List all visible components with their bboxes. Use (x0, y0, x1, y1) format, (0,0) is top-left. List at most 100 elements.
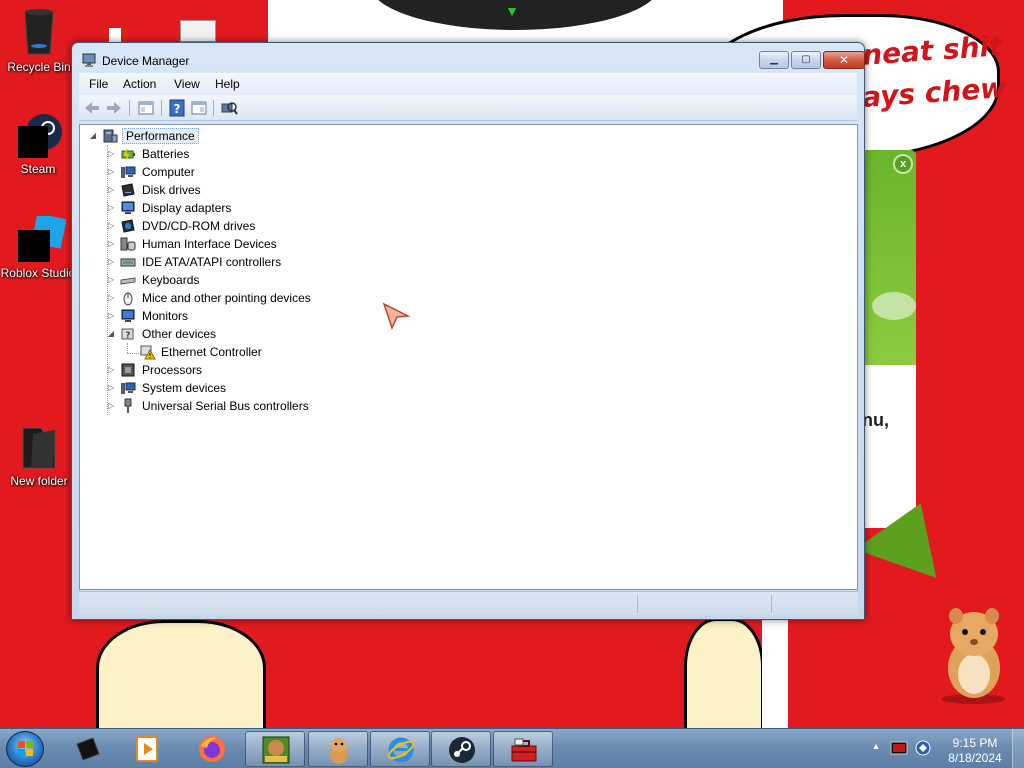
steam-icon (449, 737, 475, 763)
show-hidden-icons-button[interactable]: ▲ (870, 741, 882, 755)
ad-popup-text: nu, (862, 410, 889, 430)
svg-text:?: ? (125, 331, 130, 341)
tree-item-computer[interactable]: ▷ Computer (102, 163, 402, 181)
processor-icon (121, 363, 135, 377)
expand-icon[interactable]: ▷ (106, 185, 116, 195)
desktop-icon-app[interactable] (180, 20, 216, 42)
status-separator (771, 595, 772, 613)
toolbar-separator (129, 100, 130, 116)
ad-popup-close-button[interactable]: x (893, 154, 913, 174)
expand-icon[interactable]: ▷ (106, 401, 116, 411)
expand-icon[interactable]: ▷ (106, 167, 116, 177)
dvd-drive-icon (121, 219, 135, 233)
wallpaper-top-indicator: ▼ (505, 3, 519, 19)
tree-item-monitors[interactable]: ▷ Monitors (102, 307, 402, 325)
help-icon[interactable]: ? (168, 99, 186, 117)
taskbar-internet-explorer[interactable] (370, 731, 430, 767)
show-desktop-button[interactable] (1012, 729, 1024, 768)
bonzi-box-icon (262, 736, 290, 764)
roblox-icon (76, 737, 100, 761)
menu-action[interactable]: Action (119, 76, 160, 92)
collapse-icon[interactable]: ◢ (88, 131, 98, 141)
tree-item-label: DVD/CD-ROM drives (142, 219, 256, 233)
menu-help[interactable]: Help (211, 76, 244, 92)
tree-root[interactable]: ◢ Performance (84, 127, 284, 145)
menu-view[interactable]: View (170, 76, 204, 92)
tree-item-dvd-cdrom-drives[interactable]: ▷ DVD/CD-ROM drives (102, 217, 402, 235)
folder-icon (22, 427, 56, 469)
wallpaper-right-limb (684, 618, 764, 728)
menu-file[interactable]: File (85, 76, 112, 92)
tree-item-display-adapters[interactable]: ▷ Display adapters (102, 199, 402, 217)
tree-item-human-interface-devices[interactable]: ▷ Human Interface Devices (102, 235, 402, 253)
expand-icon[interactable]: ▷ (106, 149, 116, 159)
collapse-icon[interactable]: ◢ (106, 329, 116, 339)
expand-icon[interactable]: ▷ (106, 365, 116, 375)
desktop-icon-canada-flag[interactable] (103, 28, 127, 42)
expand-icon[interactable]: ▷ (106, 293, 116, 303)
clock-date[interactable]: 8/18/2024 (945, 751, 1005, 765)
expand-icon[interactable]: ▷ (106, 239, 116, 249)
tree-item-label: Human Interface Devices (142, 237, 277, 251)
show-hide-console-tree-icon[interactable] (137, 99, 155, 117)
desktop-icon-new-folder[interactable]: New folder (1, 424, 77, 488)
expand-icon[interactable]: ▷ (106, 257, 116, 267)
computer-root-icon (103, 129, 118, 143)
tree-item-batteries[interactable]: ▷ Batteries (102, 145, 402, 163)
taskbar-device-manager[interactable] (493, 731, 553, 767)
desktop-icon-roblox-studio[interactable]: Roblox Studio (0, 213, 76, 280)
back-icon[interactable] (83, 99, 101, 117)
close-button[interactable]: ✕ (823, 51, 865, 69)
taskbar-steam[interactable] (431, 731, 491, 767)
device-manager-icon (82, 53, 96, 67)
tray-flag-icon[interactable] (890, 741, 908, 755)
system-device-icon (121, 382, 136, 394)
tree-item-keyboards[interactable]: ▷ Keyboards (102, 271, 402, 289)
expand-icon[interactable]: ▷ (106, 275, 116, 285)
tree-item-system-devices[interactable]: ▷ System devices (102, 379, 402, 397)
taskbar-bonzi[interactable] (245, 731, 305, 767)
firefox-icon (199, 736, 225, 762)
forward-icon[interactable] (105, 99, 123, 117)
tree-item-label: Keyboards (142, 273, 200, 287)
media-player-icon (136, 736, 158, 762)
start-button[interactable] (6, 731, 44, 767)
device-tree[interactable]: ◢ Performance ▷ Batteries ▷ Computer ▷ D… (79, 124, 858, 590)
desktop-icon-steam[interactable]: Steam (0, 112, 76, 176)
taskbar-firefox[interactable] (182, 731, 242, 767)
tree-item-label: Batteries (142, 147, 190, 161)
steam-icon (18, 114, 62, 158)
expand-icon[interactable]: ▷ (106, 311, 116, 321)
tree-item-mice[interactable]: ▷ Mice and other pointing devices (102, 289, 422, 307)
expand-icon[interactable]: ▷ (106, 203, 116, 213)
expand-icon[interactable]: ▷ (106, 221, 116, 231)
monitor-icon (121, 309, 135, 322)
taskbar-hamster[interactable] (308, 731, 368, 767)
taskbar-media[interactable] (118, 731, 178, 767)
tree-item-disk-drives[interactable]: ▷ Disk drives (102, 181, 402, 199)
toolbar-separator (161, 100, 162, 116)
hamster-mascot-icon[interactable] (936, 604, 1010, 704)
toolbar: ? (79, 95, 857, 121)
taskbar-roblox[interactable] (58, 731, 118, 767)
minimize-button[interactable]: ▁ (759, 51, 789, 69)
ad-popup-header (862, 150, 916, 365)
desktop-icon-label: Roblox Studio (0, 266, 76, 280)
clock-time[interactable]: 9:15 PM (950, 736, 1000, 750)
wallpaper-left-limb (96, 620, 266, 728)
tree-item-ide-ata-atapi-controllers[interactable]: ▷ IDE ATA/ATAPI controllers (102, 253, 402, 271)
tree-item-usb-controllers[interactable]: ▷ Universal Serial Bus controllers (102, 397, 422, 415)
desktop-icon-recycle-bin[interactable]: Recycle Bin (1, 6, 77, 74)
network-icon[interactable] (914, 739, 932, 757)
toolbar-separator (213, 100, 214, 116)
properties-icon[interactable] (190, 99, 208, 117)
tree-item-other-devices[interactable]: ◢ ? Other devices (102, 325, 402, 343)
desktop-icon-label: Recycle Bin (7, 60, 71, 74)
maximize-button[interactable]: ▢ (791, 51, 821, 69)
tree-root-label[interactable]: Performance (122, 128, 199, 144)
window-titlebar[interactable]: Device Manager ▁ ▢ ✕ (72, 43, 865, 73)
scan-hardware-icon[interactable] (220, 99, 238, 117)
expand-icon[interactable]: ▷ (106, 383, 116, 393)
tree-item-processors[interactable]: ▷ Processors (102, 361, 402, 379)
tree-item-ethernet-controller[interactable]: Ethernet Controller (122, 343, 422, 361)
